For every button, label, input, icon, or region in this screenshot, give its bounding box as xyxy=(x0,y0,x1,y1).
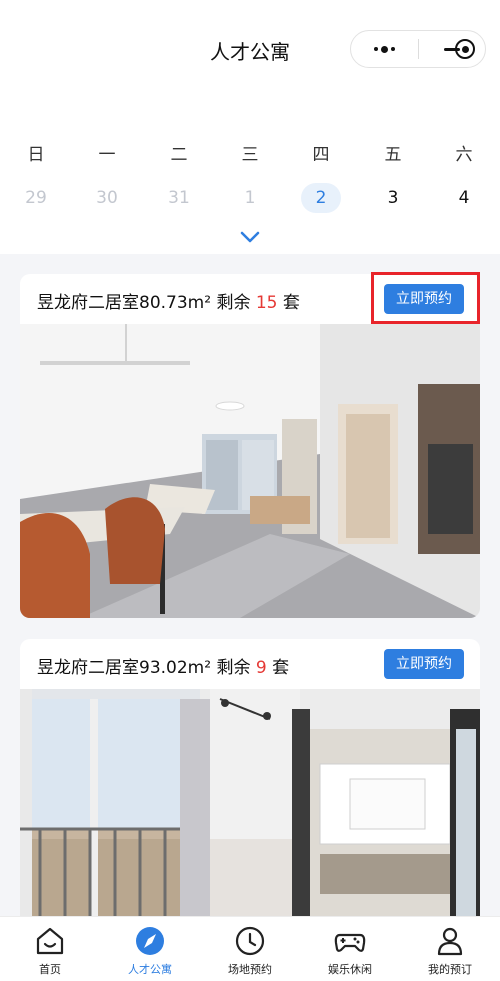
date-cell-disabled: 1 xyxy=(244,188,256,208)
weekday-label: 四 xyxy=(312,145,330,165)
highlight-annotation-box xyxy=(371,272,480,324)
tab-venue-booking[interactable]: 场地预约 xyxy=(200,917,300,981)
bottom-tab-bar: 首页 人才公寓 场地预约 娱乐休闲 我的预订 xyxy=(0,916,500,981)
date-cell-disabled: 31 xyxy=(168,188,190,208)
weekday-row: 日 一 二 三 四 五 六 xyxy=(0,140,500,170)
home-icon xyxy=(36,927,64,955)
card-header: 昱龙府二居室93.02m² 剩余 9 套 立即预约 xyxy=(20,639,480,689)
date-cell-disabled: 29 xyxy=(25,188,47,208)
remaining-count: 9 xyxy=(255,658,267,678)
week-calendar: 日 一 二 三 四 五 六 29 30 31 1 2 3 4 xyxy=(0,96,500,254)
remaining-prefix: 剩余 xyxy=(216,658,251,678)
tab-my-bookings[interactable]: 我的预订 xyxy=(400,917,500,981)
user-icon xyxy=(437,927,463,956)
tab-entertainment[interactable]: 娱乐休闲 xyxy=(300,917,400,981)
date-cell-selected[interactable]: 2 xyxy=(301,183,341,213)
clock-icon xyxy=(235,926,265,956)
top-navigation-bar: 人才公寓 xyxy=(0,0,500,96)
apartment-card: 昱龙府二居室80.73m² 剩余 15 套 立即预约 xyxy=(20,274,480,618)
chevron-down-icon[interactable] xyxy=(239,230,261,244)
weekday-label: 日 xyxy=(27,145,45,165)
mini-program-capsule xyxy=(350,30,486,68)
compass-icon xyxy=(136,927,164,955)
target-circle-icon xyxy=(455,39,475,59)
tab-talent-apartment[interactable]: 人才公寓 xyxy=(100,917,200,981)
more-options-button[interactable] xyxy=(351,31,418,67)
weekday-label: 一 xyxy=(98,145,116,165)
apartment-title: 昱龙府二居室93.02m² 剩余 9 套 xyxy=(37,653,289,678)
apartment-name: 昱龙府二居室93.02m² xyxy=(37,658,212,678)
weekday-label: 五 xyxy=(384,145,402,165)
date-cell[interactable]: 3 xyxy=(371,183,415,213)
more-dots-icon xyxy=(373,45,395,53)
book-now-button[interactable]: 立即预约 xyxy=(384,649,464,679)
close-program-button[interactable] xyxy=(443,31,487,67)
date-row: 29 30 31 1 2 3 4 xyxy=(0,183,500,213)
unit-label: 套 xyxy=(282,293,300,313)
remaining-count: 15 xyxy=(255,293,278,313)
apartment-card: 昱龙府二居室93.02m² 剩余 9 套 立即预约 xyxy=(20,639,480,929)
apartment-photo[interactable] xyxy=(20,689,480,929)
tab-home[interactable]: 首页 xyxy=(0,917,100,981)
weekday-label: 二 xyxy=(170,145,188,165)
remaining-prefix: 剩余 xyxy=(216,293,251,313)
date-cell[interactable]: 4 xyxy=(442,183,486,213)
apartment-photo[interactable] xyxy=(20,324,480,618)
tab-label: 娱乐休闲 xyxy=(328,963,372,976)
tab-label: 首页 xyxy=(39,963,61,976)
unit-label: 套 xyxy=(272,658,290,678)
tab-label: 我的预订 xyxy=(428,963,472,976)
weekday-label: 六 xyxy=(455,145,473,165)
tab-label: 人才公寓 xyxy=(128,963,172,976)
apartment-title: 昱龙府二居室80.73m² 剩余 15 套 xyxy=(37,288,300,313)
tab-label: 场地预约 xyxy=(228,963,272,976)
apartment-name: 昱龙府二居室80.73m² xyxy=(37,293,212,313)
date-cell-disabled: 30 xyxy=(96,188,118,208)
weekday-label: 三 xyxy=(241,145,259,165)
gamepad-icon xyxy=(334,933,366,952)
